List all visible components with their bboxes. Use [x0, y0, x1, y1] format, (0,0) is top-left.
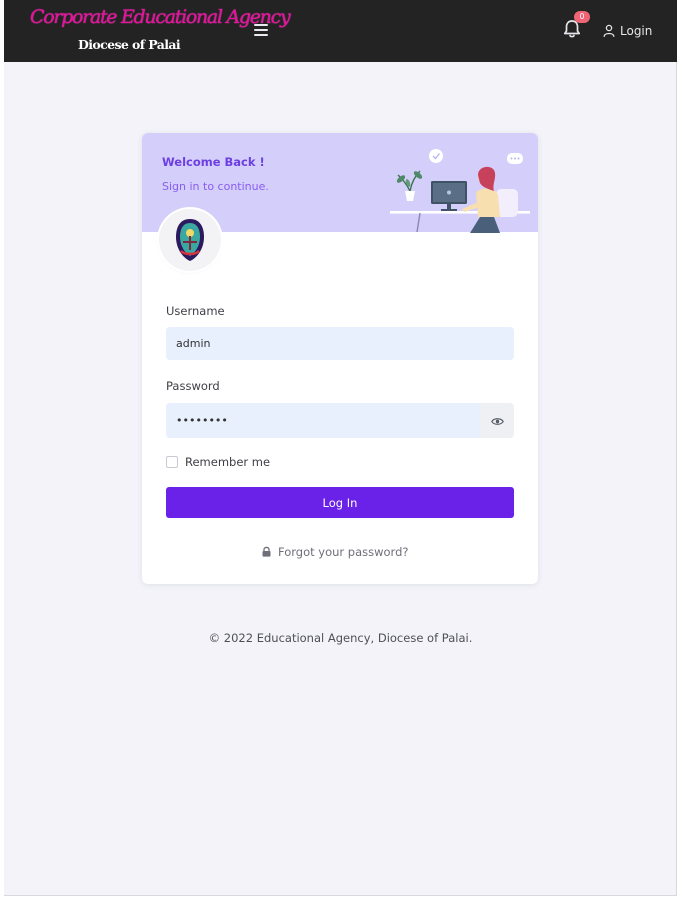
brand-logo[interactable]: Corporate Educational Agency Diocese of … — [30, 6, 291, 56]
brand-title: Corporate Educational Agency — [30, 6, 291, 28]
hamburger-icon[interactable] — [254, 24, 268, 38]
login-link-label: Login — [620, 24, 653, 38]
password-input[interactable] — [166, 403, 480, 438]
username-input[interactable] — [166, 327, 514, 360]
checkbox-box[interactable] — [166, 456, 178, 468]
remember-me-checkbox[interactable]: Remember me — [166, 455, 270, 469]
show-password-button[interactable] — [480, 403, 514, 438]
username-label: Username — [166, 304, 225, 318]
notification-badge: 0 — [574, 11, 590, 23]
welcome-heading: Welcome Back ! — [162, 155, 265, 169]
user-icon — [603, 22, 615, 41]
forgot-password-label: Forgot your password? — [278, 544, 409, 559]
organization-emblem — [159, 209, 221, 271]
brand-subtitle: Diocese of Palai — [78, 37, 181, 52]
login-card: Welcome Back ! Sign in to continue. User… — [142, 133, 538, 584]
remember-me-label: Remember me — [185, 455, 271, 469]
forgot-password-link[interactable]: Forgot your password? — [262, 542, 408, 561]
footer-copyright: © 2022 Educational Agency, Diocese of Pa… — [208, 631, 473, 645]
password-label: Password — [166, 379, 220, 393]
emblem-logo — [176, 219, 204, 261]
login-button[interactable]: Log In — [166, 487, 514, 518]
login-link[interactable]: Login — [603, 22, 652, 40]
lock-icon — [262, 542, 271, 561]
workspace-illustration — [390, 149, 530, 233]
signin-subtitle: Sign in to continue. — [162, 180, 269, 193]
eye-icon — [490, 411, 504, 430]
